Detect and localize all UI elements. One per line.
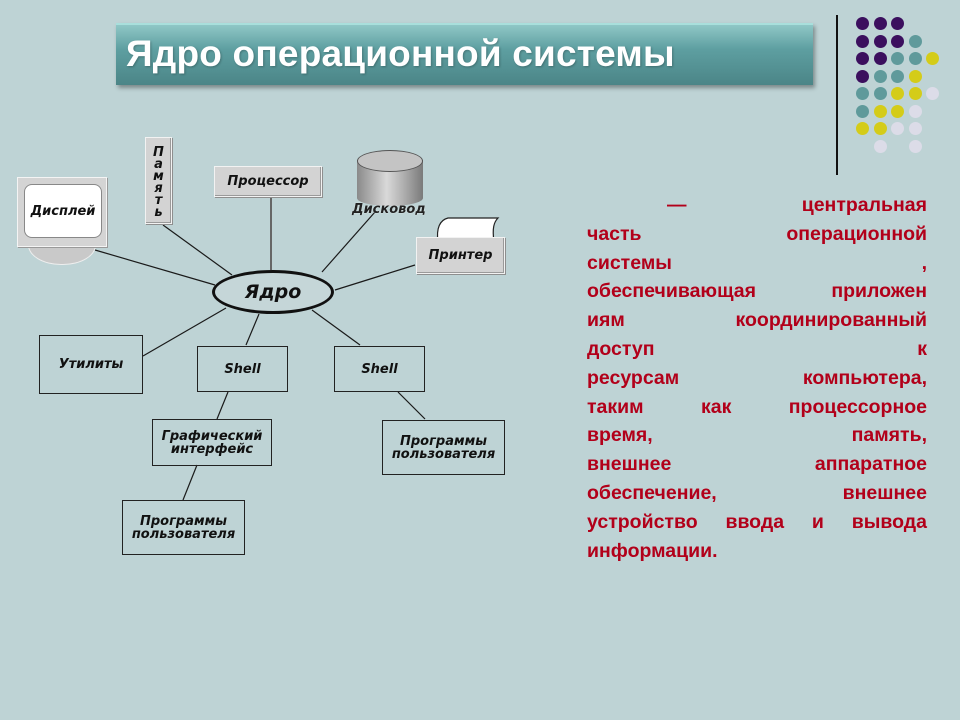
definition-line: информации. [587, 537, 927, 566]
definition-line: ресурсам компьютера, [587, 364, 927, 393]
definition-line: устройство ввода и вывода [587, 508, 927, 537]
definition-word: вывода [851, 510, 927, 533]
definition-word: системы [587, 251, 672, 274]
disk-label: Дисковод [352, 202, 426, 217]
memory-node: Память [145, 137, 172, 224]
definition-word: обеспечение, [587, 481, 717, 504]
shell-left-node: Shell [197, 346, 288, 392]
definition-word: компьютера, [802, 366, 927, 389]
display-label: Дисплей [24, 184, 102, 238]
connector-shell-right [311, 309, 361, 346]
kernel-node: Ядро [212, 270, 334, 314]
connector-disk [321, 211, 376, 273]
shell-left-label: Shell [224, 361, 261, 377]
definition-line: время, память, [587, 421, 927, 450]
connector-shell-left [245, 313, 260, 346]
definition-word: аппаратное [814, 453, 927, 476]
gui-label-line1: Графический [161, 428, 263, 444]
definition-word: к [917, 337, 927, 360]
definition-word: центральная [801, 194, 927, 216]
definition-word: ресурсам [587, 366, 680, 389]
definition-line: — центральная [587, 191, 927, 220]
definition-word: внешнее [842, 481, 927, 504]
utilities-node: Утилиты [39, 335, 143, 394]
kernel-definition-text: — центральная часть операционной системы, обе… [587, 191, 927, 565]
definition-word: приложен [831, 280, 927, 303]
definition-word: информации. [587, 539, 718, 562]
utilities-label: Утилиты [58, 357, 124, 372]
definition-word: , [921, 251, 927, 274]
user-programs-left-line2: пользователя [131, 526, 236, 542]
processor-node: Процессор [214, 166, 322, 197]
user-programs-right-line1: Программы [400, 433, 487, 449]
connector-gui [216, 391, 229, 420]
connector-display [94, 249, 216, 286]
definition-word: время, [587, 424, 653, 447]
definition-line: обеспечивающая приложен [587, 277, 927, 306]
connector-printer [334, 264, 416, 291]
definition-line: системы, [587, 249, 927, 278]
connector-user-programs-right [397, 391, 426, 420]
user-programs-left-node: Программы пользователя [122, 500, 245, 555]
definition-word: иям [587, 309, 625, 332]
definition-line: иям координированный [587, 306, 927, 335]
definition-word: обеспечивающая [587, 280, 756, 303]
printer-label: Принтер [428, 248, 493, 263]
kernel-label: Ядро [244, 281, 302, 303]
definition-word: таким [587, 395, 644, 418]
user-programs-right-node: Программы пользователя [382, 420, 505, 475]
definition-word: доступ [587, 337, 655, 360]
processor-label: Процессор [227, 174, 309, 189]
definition-word: операционной [786, 222, 927, 245]
definition-word: и [811, 510, 824, 533]
definition-word: процессорное [788, 395, 927, 418]
definition-word: часть [587, 222, 642, 245]
definition-line: обеспечение, внешнее [587, 479, 927, 508]
connector-memory [162, 224, 233, 276]
gui-label-line2: интерфейс [170, 441, 254, 457]
definition-word: как [700, 395, 732, 418]
display-node: Дисплей [17, 177, 107, 247]
memory-label: Память [151, 144, 166, 217]
shell-right-node: Shell [334, 346, 425, 392]
shell-right-label: Shell [361, 361, 398, 377]
connector-user-programs-left [182, 464, 198, 501]
definition-word: устройство [587, 510, 698, 533]
definition-line: таким как процессорное [587, 393, 927, 422]
definition-word: внешнее [587, 453, 672, 476]
gui-node: Графический интерфейс [152, 419, 272, 466]
definition-word: — [667, 194, 687, 216]
disk-drive-icon [357, 150, 423, 208]
definition-word: ввода [725, 510, 785, 533]
user-programs-left-line1: Программы [140, 513, 227, 529]
definition-word: координированный [735, 309, 927, 332]
user-programs-right-line2: пользователя [391, 446, 496, 462]
definition-line: часть операционной [587, 220, 927, 249]
definition-line: внешнее аппаратное [587, 450, 927, 479]
definition-word: память, [851, 424, 927, 447]
definition-line: доступ к [587, 335, 927, 364]
printer-node: Принтер [416, 237, 505, 274]
